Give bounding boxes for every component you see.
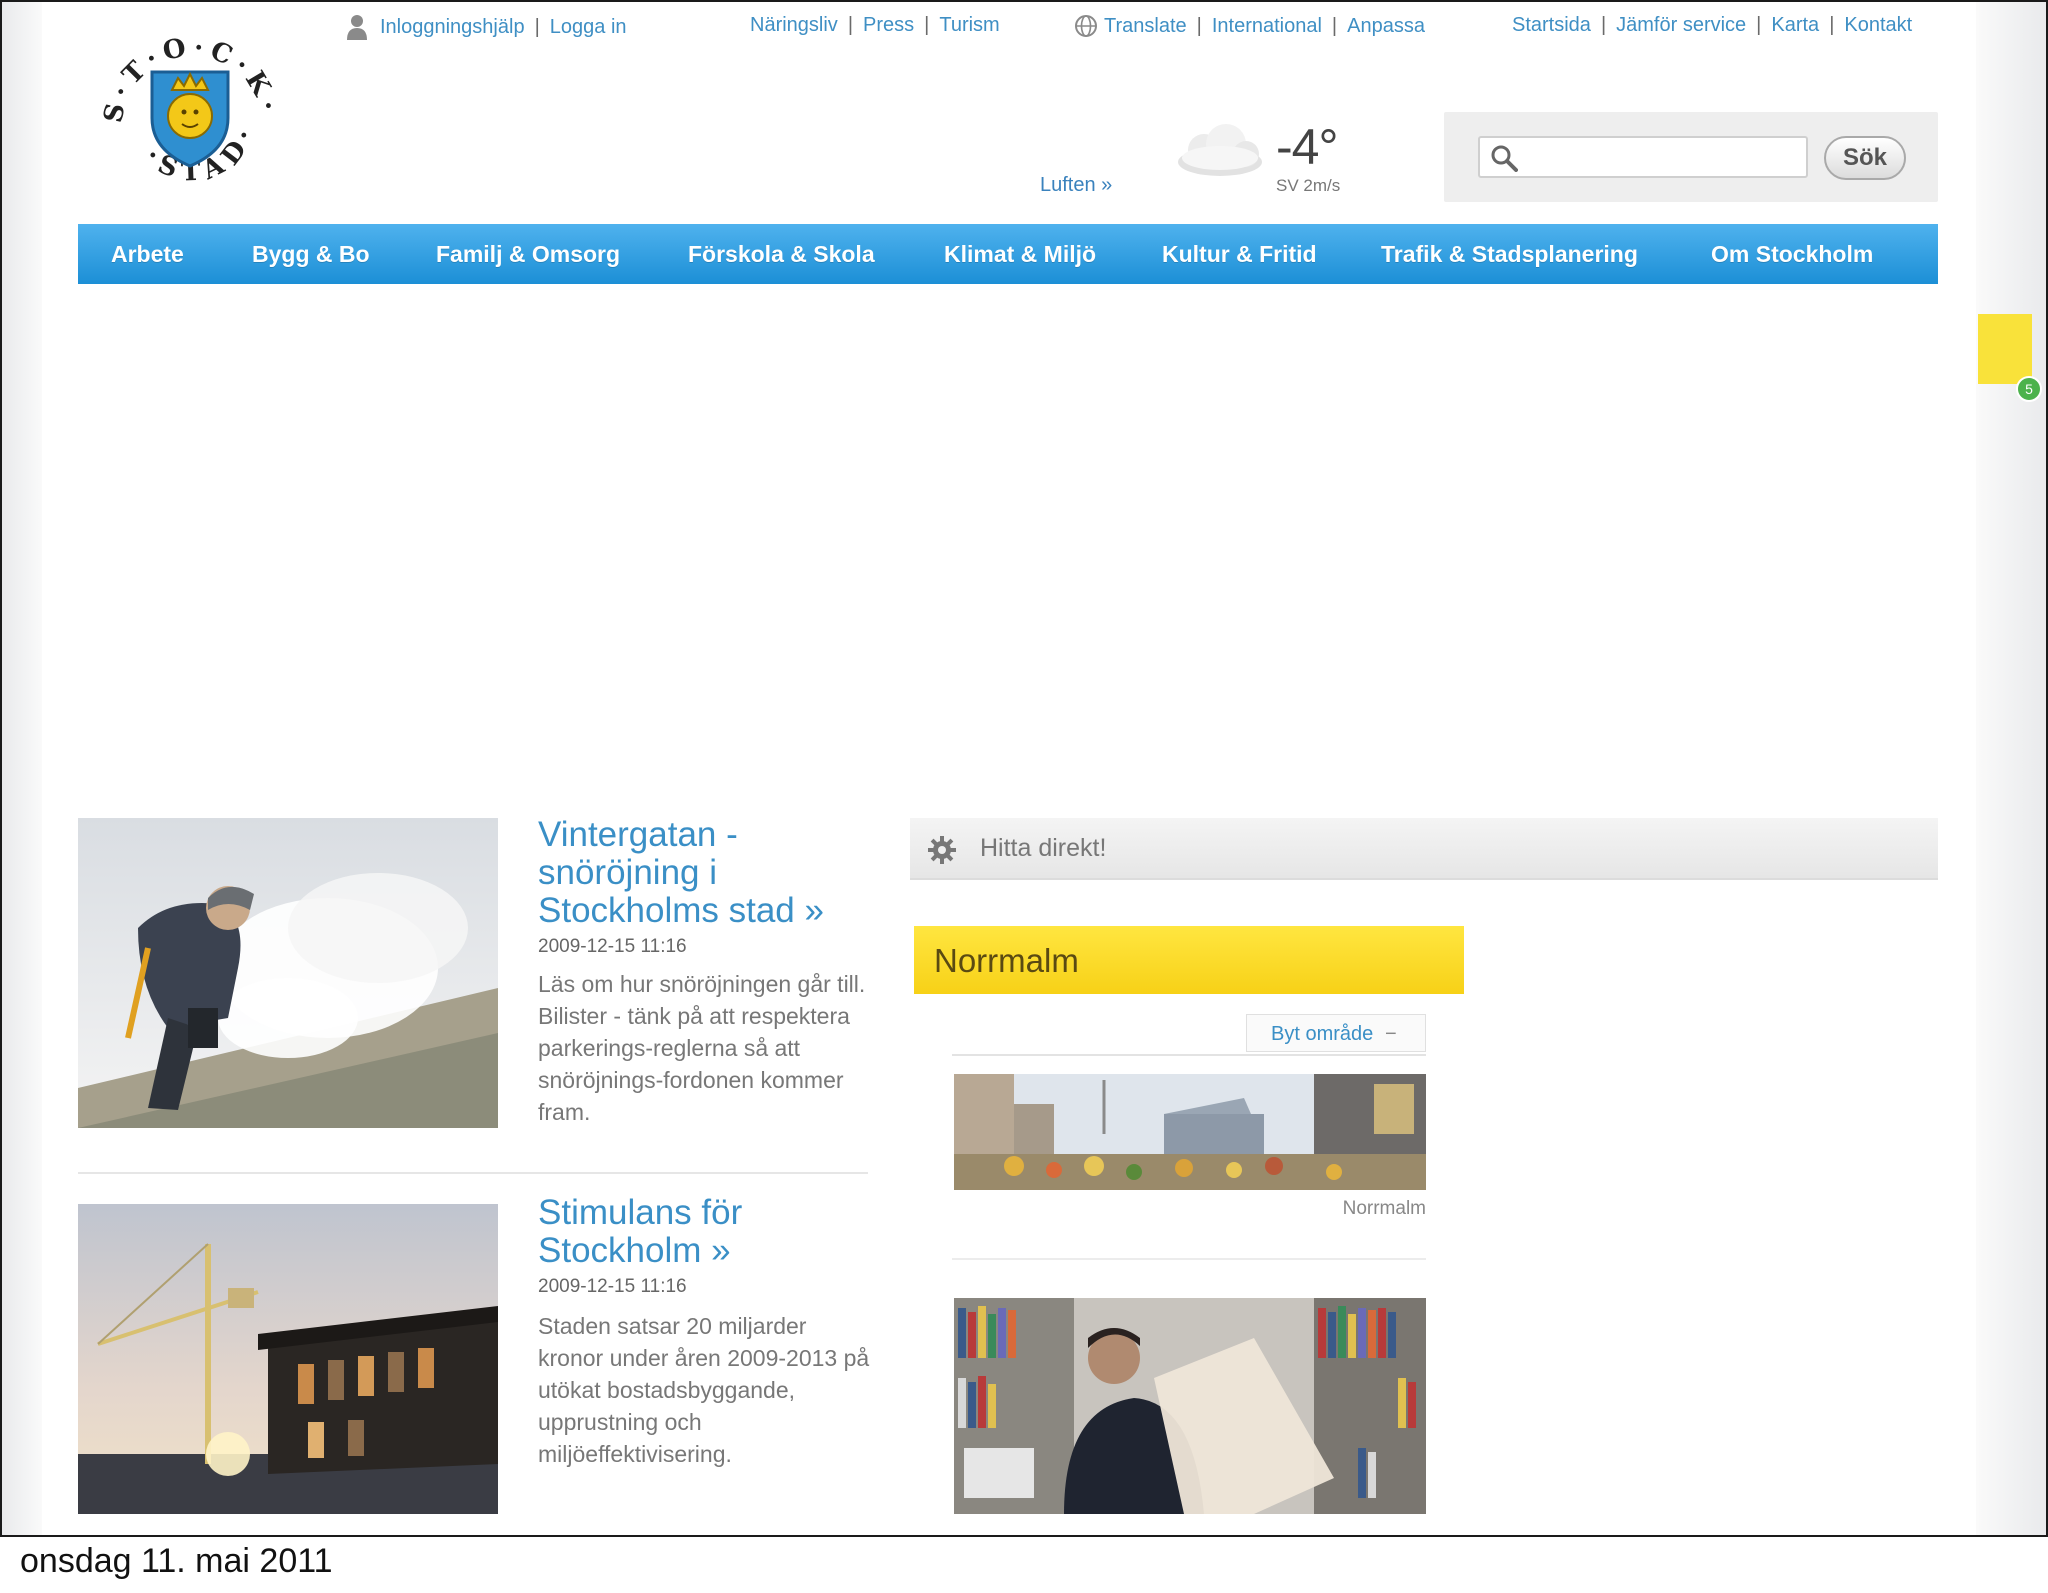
user-icon (347, 15, 367, 40)
separator: | (924, 14, 930, 36)
page-right-shadow (1976, 2, 2046, 1535)
nav-item-bygg-bo[interactable]: Bygg & Bo (252, 241, 370, 268)
separator: | (1196, 14, 1202, 37)
stockholm-logo[interactable]: S·T·O·C·K·H·O·L·M·S ·STAD· (94, 14, 286, 206)
news-image-snow[interactable] (78, 818, 498, 1128)
search-icon (1491, 145, 1518, 172)
nav-item-kultur-fritid[interactable]: Kultur & Fritid (1162, 241, 1317, 268)
separator: | (1600, 14, 1607, 36)
area-image-caption: Norrmalm (1342, 1198, 1426, 1219)
change-area-button[interactable]: Byt område − (1246, 1014, 1426, 1052)
press-link[interactable]: Press (863, 14, 914, 37)
area-panel: Norrmalm Byt område − Norrmalm (914, 926, 1464, 1535)
separator: | (1331, 14, 1338, 37)
login-links: Inloggningshjälp | Logga in (346, 14, 627, 40)
search-button[interactable]: Sök (1824, 136, 1906, 180)
change-area-label: Byt område (1271, 1023, 1374, 1045)
area-header: Norrmalm (914, 926, 1464, 994)
gear-icon (928, 836, 956, 864)
news-image-construction[interactable] (78, 1204, 498, 1514)
customize-link[interactable]: Anpassa (1347, 15, 1425, 38)
news-title-1[interactable]: Vintergatan - snöröjning i Stockholms st… (538, 816, 878, 930)
translate-links: Translate | International | Anpassa (1074, 14, 1425, 38)
feedback-tab[interactable] (1978, 314, 2032, 384)
news-date-1: 2009-12-15 11:16 (538, 936, 687, 957)
separator: | (1829, 14, 1835, 36)
nav-item-om-stockholm[interactable]: Om Stockholm (1711, 241, 1873, 268)
nav-item-klimat-miljo[interactable]: Klimat & Miljö (944, 241, 1096, 268)
nav-item-forskola-skola[interactable]: Förskola & Skola (688, 241, 875, 268)
news-title-2[interactable]: Stimulans för Stockholm » (538, 1194, 878, 1270)
separator: | (1756, 14, 1762, 36)
news-text-2: Staden satsar 20 miljarder kronor under … (538, 1313, 870, 1467)
area-image-library[interactable] (954, 1298, 1426, 1514)
quick-find-label: Hitta direkt! (980, 834, 1107, 862)
notification-badge: 5 (2016, 376, 2042, 402)
home-link[interactable]: Startsida (1512, 14, 1591, 37)
nav-item-arbete[interactable]: Arbete (111, 241, 184, 268)
separator: | (534, 15, 540, 38)
contact-link[interactable]: Kontakt (1844, 14, 1912, 37)
divider (952, 1258, 1426, 1260)
area-title: Norrmalm (934, 942, 1079, 979)
login-link[interactable]: Logga in (550, 16, 627, 39)
search-field (1478, 136, 1808, 178)
browser-page: S·T·O·C·K·H·O·L·M·S ·STAD· Inloggningshj… (0, 0, 2048, 1537)
footer-date: onsdag 11. mai 2011 (20, 1542, 333, 1580)
news-date-2: 2009-12-15 11:16 (538, 1276, 687, 1297)
divider (952, 1054, 1426, 1056)
international-link[interactable]: International (1212, 15, 1322, 38)
news-text-1: Läs om hur snöröjningen går till. Bilist… (538, 971, 866, 1125)
globe-icon (1075, 15, 1097, 37)
tourism-link[interactable]: Turism (939, 14, 999, 37)
login-help-link[interactable]: Inloggningshjälp (380, 16, 525, 39)
translate-link[interactable]: Translate (1104, 15, 1187, 38)
separator: | (847, 14, 854, 36)
page-left-shadow (2, 2, 42, 1535)
temperature: -4° (1276, 119, 1338, 175)
quick-find-bar[interactable]: Hitta direkt! (910, 818, 1938, 880)
news-divider (78, 1172, 868, 1174)
utility-links: Startsida | Jämför service | Karta | Kon… (1512, 14, 1912, 37)
air-quality-link[interactable]: Luften » (1040, 174, 1112, 197)
compare-service-link[interactable]: Jämför service (1616, 14, 1746, 37)
nav-item-trafik-stadsplanering[interactable]: Trafik & Stadsplanering (1381, 241, 1638, 268)
search-input[interactable] (1524, 142, 1794, 172)
wind-info: SV 2m/s (1276, 176, 1341, 195)
business-links: Näringsliv | Press | Turism (750, 14, 1000, 37)
main-navigation: Arbete Bygg & Bo Familj & Omsorg Förskol… (78, 224, 1938, 284)
nav-item-familj-omsorg[interactable]: Familj & Omsorg (436, 241, 620, 268)
map-link[interactable]: Karta (1771, 14, 1819, 37)
business-link[interactable]: Näringsliv (750, 14, 838, 37)
collapse-icon: − (1385, 1023, 1397, 1045)
cloud-icon (1178, 124, 1262, 176)
area-image-norrmalm[interactable] (954, 1074, 1426, 1190)
search-panel: Sök (1444, 112, 1938, 202)
